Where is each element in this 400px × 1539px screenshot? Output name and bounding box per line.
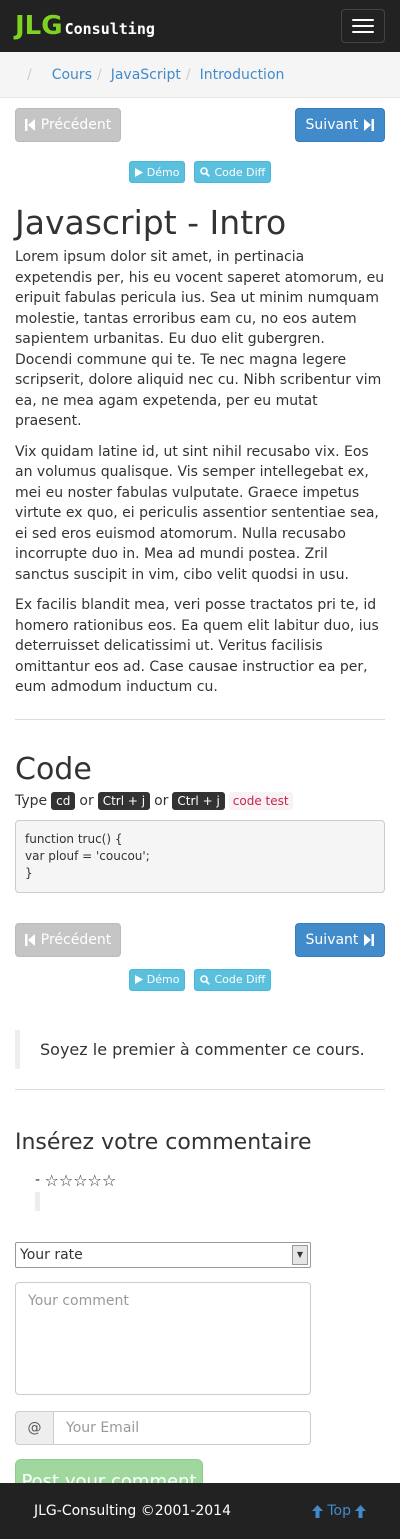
comments-section: Soyez le premier à commenter ce cours. I…: [0, 1029, 400, 1504]
demo-links-bottom: Démo Code Diff: [0, 968, 400, 991]
divider: [15, 718, 385, 720]
type-label: Type: [15, 792, 48, 809]
breadcrumb-item-introduction[interactable]: Introduction: [200, 67, 285, 83]
breadcrumb: / Cours / JavaScript / Introduction: [0, 52, 400, 98]
code-diff-button[interactable]: Code Diff: [194, 968, 272, 991]
article-paragraph: Lorem ipsum dolor sit amet, in pertinaci…: [15, 249, 385, 430]
demo-links-top: Démo Code Diff: [0, 161, 400, 183]
email-field[interactable]: Your Email: [53, 1410, 311, 1445]
chevron-down-icon: ▼: [292, 1244, 308, 1265]
or-label: or: [154, 792, 169, 809]
previous-button[interactable]: Précédent: [15, 922, 121, 957]
brand-sub: Consulting: [64, 20, 155, 38]
next-button[interactable]: Suivant: [295, 922, 385, 957]
breadcrumb-separator: /: [96, 66, 102, 83]
search-icon: [200, 167, 211, 177]
email-input-group: @ Your Email: [15, 1410, 311, 1445]
pager-top: Précédent Suivant: [0, 108, 400, 142]
article-paragraph: Ex facilis blandit mea, veri posse tract…: [15, 597, 379, 696]
first-comment-notice: Soyez le premier à commenter ce cours.: [15, 1029, 385, 1069]
top-label: Top: [327, 1503, 351, 1519]
step-forward-icon: [364, 933, 375, 946]
article-paragraph: Vix quidam latine id, ut sint nihil recu…: [15, 443, 379, 583]
kbd-ctrl-j: Ctrl + j: [172, 791, 225, 810]
brand-main: JLG: [15, 11, 63, 41]
article: Javascript - Intro Lorem ipsum dolor sit…: [0, 203, 400, 893]
hamburger-icon-bar: [352, 19, 374, 21]
play-icon: [134, 167, 143, 177]
code-diff-label: Code Diff: [214, 165, 266, 179]
kbd-cd: cd: [51, 791, 76, 810]
brand-logo[interactable]: JLG Consulting: [15, 11, 155, 41]
arrow-up-icon: [312, 1504, 324, 1518]
divider: [15, 1088, 385, 1090]
play-icon: [134, 975, 143, 985]
shortcut-line: Type cd or Ctrl + j or Ctrl + j code tes…: [15, 791, 385, 810]
rating-display: - ☆☆☆☆☆: [15, 1171, 385, 1211]
star-rating-icon: ☆☆☆☆☆: [44, 1170, 117, 1190]
code-diff-label: Code Diff: [214, 973, 266, 987]
page-title: Javascript - Intro: [15, 203, 287, 242]
rate-select[interactable]: Your rate ▼: [15, 1241, 311, 1268]
breadcrumb-separator: /: [27, 66, 32, 83]
previous-label: Précédent: [40, 931, 112, 948]
code-section-title: Code: [15, 751, 92, 787]
rating-line: - ☆☆☆☆☆: [35, 1171, 385, 1190]
rating-prefix: -: [35, 1172, 45, 1189]
code-block: function truc() { var plouf = 'coucou'; …: [15, 819, 385, 893]
step-backward-icon: [24, 933, 35, 946]
at-sign-icon: @: [15, 1410, 53, 1445]
arrow-up-icon: [355, 1504, 366, 1518]
breadcrumb-item-javascript[interactable]: JavaScript: [111, 67, 181, 83]
code-diff-button[interactable]: Code Diff: [194, 161, 272, 183]
comment-textarea[interactable]: Your comment: [15, 1281, 311, 1395]
demo-button[interactable]: Démo: [128, 161, 186, 183]
menu-toggle-button[interactable]: [341, 9, 385, 43]
back-to-top-link[interactable]: Top: [312, 1503, 366, 1519]
next-label: Suivant: [305, 117, 359, 133]
pager-bottom: Précédent Suivant: [0, 922, 400, 957]
step-backward-icon: [24, 119, 35, 131]
hamburger-icon-bar: [352, 31, 374, 33]
inline-code-test: code test: [228, 791, 293, 810]
previous-label: Précédent: [40, 117, 112, 133]
kbd-ctrl-j: Ctrl + j: [97, 791, 151, 810]
search-icon: [200, 974, 211, 985]
copyright-text: JLG-Consulting ©2001-2014: [34, 1503, 231, 1519]
footer: JLG-Consulting ©2001-2014 Top: [0, 1483, 400, 1539]
navbar: JLG Consulting: [0, 0, 400, 52]
rating-bar: [35, 1191, 40, 1211]
step-forward-icon: [364, 119, 375, 131]
hamburger-icon-bar: [352, 25, 374, 27]
rate-select-value: Your rate: [20, 1246, 83, 1263]
next-button[interactable]: Suivant: [295, 108, 385, 142]
breadcrumb-item-cours[interactable]: Cours: [52, 67, 92, 83]
next-label: Suivant: [305, 931, 359, 948]
demo-button[interactable]: Démo: [128, 968, 186, 991]
or-label: or: [79, 792, 94, 809]
demo-label: Démo: [146, 165, 180, 179]
previous-button[interactable]: Précédent: [15, 108, 121, 142]
breadcrumb-separator: /: [185, 66, 191, 83]
email-placeholder: Your Email: [66, 1419, 140, 1436]
demo-label: Démo: [146, 973, 180, 987]
comment-placeholder: Your comment: [28, 1292, 129, 1309]
comment-form-title: Insérez votre commentaire: [15, 1129, 312, 1155]
